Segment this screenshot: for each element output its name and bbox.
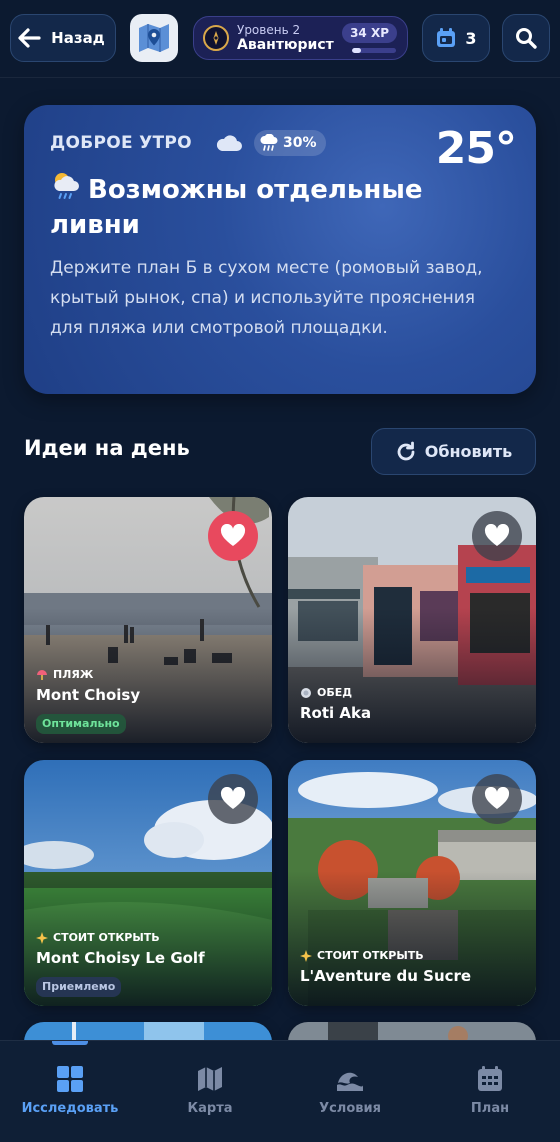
wave-icon: [337, 1072, 363, 1091]
category-label: СТОИТ ОТКРЫТЬ: [53, 931, 160, 944]
heart-icon: [484, 787, 510, 809]
weather-title: Возможны отдельные ливни: [50, 169, 490, 243]
rain-chance: 30%: [283, 135, 317, 151]
nav-label: Исследовать: [21, 1101, 119, 1116]
grid-icon: [57, 1066, 83, 1092]
idea-card[interactable]: ПЛЯЖ Mont Choisy Оптимально: [24, 497, 272, 743]
place-name: L'Aventure du Sucre: [300, 967, 472, 985]
card-category: ОБЕД: [300, 686, 352, 699]
calendar-button[interactable]: 3: [422, 14, 490, 62]
refresh-label: Обновить: [424, 442, 513, 461]
umbrella-icon: [37, 669, 47, 680]
nav-label: План: [470, 1101, 510, 1116]
place-name: Mont Choisy Le Golf: [36, 949, 205, 967]
plate-icon: [301, 687, 311, 698]
top-bar: Назад Уровень 2 Авантюрист 34 XP 3: [0, 0, 560, 78]
greeting: ДОБРОЕ УТРО: [50, 133, 192, 153]
map-icon: [198, 1067, 222, 1091]
back-label: Назад: [51, 29, 105, 47]
card-gradient: [288, 607, 536, 743]
status-badge: Приемлемо: [36, 977, 122, 997]
compass-icon: [203, 25, 229, 51]
sparkle-icon: [300, 949, 312, 962]
xp-progress-bar: [352, 48, 396, 53]
heart-icon: [220, 524, 246, 546]
calendar-count: 3: [465, 28, 477, 48]
level-badge[interactable]: Уровень 2 Авантюрист 34 XP: [193, 16, 408, 60]
status-badge: Оптимально: [36, 714, 126, 734]
nav-explore[interactable]: Исследовать: [0, 1065, 140, 1116]
favorite-button[interactable]: [472, 774, 522, 824]
idea-card[interactable]: ОБЕД Roti Aka: [288, 497, 536, 743]
favorite-button[interactable]: [208, 774, 258, 824]
level-title: Авантюрист: [237, 37, 334, 53]
nav-label: Карта: [187, 1101, 233, 1116]
place-name: Mont Choisy: [36, 686, 141, 704]
card-category: СТОИТ ОТКРЫТЬ: [300, 949, 424, 962]
heart-icon: [220, 787, 246, 809]
weather-card[interactable]: ДОБРОЕ УТРО 30% 25° Возможны отдельные л…: [24, 105, 536, 394]
nav-map[interactable]: Карта: [140, 1065, 280, 1116]
weather-description: Держите план Б в сухом месте (ромовый за…: [50, 258, 483, 338]
map-app-icon[interactable]: [130, 14, 178, 62]
calendar-icon: [437, 28, 456, 47]
category-label: ПЛЯЖ: [53, 668, 94, 681]
nav-plan[interactable]: План: [420, 1065, 560, 1116]
sun-rain-icon: [54, 173, 79, 199]
temperature: 25°: [435, 123, 517, 174]
search-button[interactable]: [502, 14, 550, 62]
back-button[interactable]: Назад: [10, 14, 116, 62]
card-gradient: [288, 870, 536, 1006]
refresh-icon: [397, 441, 415, 460]
rain-cloud-icon: [260, 134, 278, 151]
card-category: ПЛЯЖ: [36, 668, 93, 681]
favorite-button[interactable]: [208, 511, 258, 561]
search-icon: [516, 28, 537, 49]
place-name: Roti Aka: [300, 704, 372, 722]
map-pin-icon: [139, 24, 169, 52]
category-label: СТОИТ ОТКРЫТЬ: [317, 949, 424, 962]
idea-card[interactable]: СТОИТ ОТКРЫТЬ L'Aventure du Sucre: [288, 760, 536, 1006]
xp-progress-fill: [352, 48, 361, 53]
arrow-left-icon: [18, 28, 41, 48]
section-title: Идеи на день: [24, 436, 190, 460]
nav-label: Условия: [319, 1101, 381, 1116]
heart-icon: [484, 524, 510, 546]
nav-conditions[interactable]: Условия: [280, 1065, 420, 1116]
xp-count: 34 XP: [342, 23, 397, 43]
idea-card[interactable]: СТОИТ ОТКРЫТЬ Mont Choisy Le Golf Приемл…: [24, 760, 272, 1006]
rain-chance-badge: 30%: [254, 130, 326, 156]
active-tab-indicator: [52, 1041, 88, 1045]
cloud-icon: [216, 135, 242, 151]
refresh-button[interactable]: Обновить: [371, 428, 536, 475]
sparkle-icon: [36, 931, 48, 944]
level-number: Уровень 2: [237, 23, 301, 37]
calendar-icon: [478, 1066, 502, 1091]
favorite-button[interactable]: [472, 511, 522, 561]
card-category: СТОИТ ОТКРЫТЬ: [36, 931, 160, 944]
category-label: ОБЕД: [317, 686, 353, 699]
weather-title-text: Возможны отдельные ливни: [50, 175, 423, 240]
bottom-nav: Исследовать Карта Условия План: [0, 1040, 560, 1142]
